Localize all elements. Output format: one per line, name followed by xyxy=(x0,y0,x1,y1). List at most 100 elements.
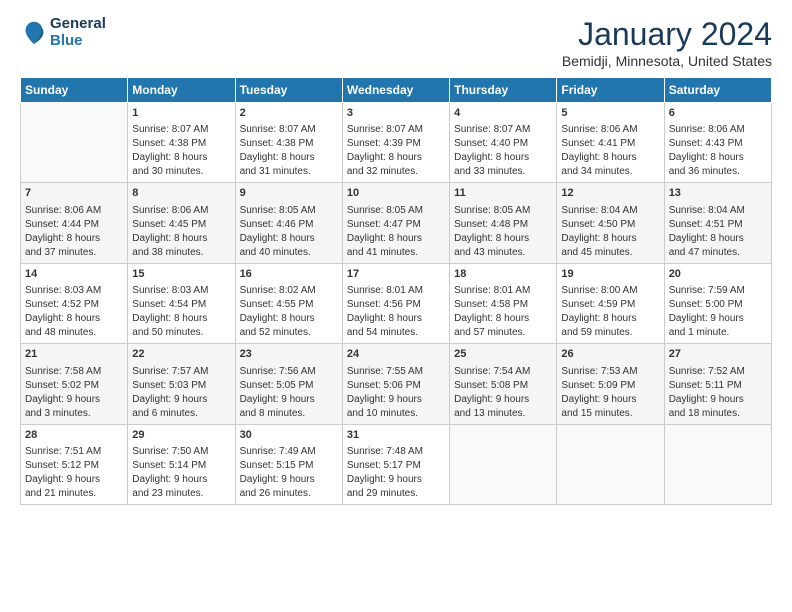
calendar-cell: 3Sunrise: 8:07 AMSunset: 4:39 PMDaylight… xyxy=(342,103,449,183)
calendar-cell: 17Sunrise: 8:01 AMSunset: 4:56 PMDayligh… xyxy=(342,263,449,343)
sunrise-text: Sunrise: 8:06 AM xyxy=(25,204,123,218)
sunrise-text: Sunrise: 8:06 AM xyxy=(132,204,230,218)
day-number: 4 xyxy=(454,106,552,121)
sunrise-text: Sunrise: 8:05 AM xyxy=(347,204,445,218)
day-number: 28 xyxy=(25,428,123,443)
sunset-text: Sunset: 4:46 PM xyxy=(240,218,338,232)
day-header-friday: Friday xyxy=(557,78,664,103)
daylight-text: Daylight: 9 hoursand 3 minutes. xyxy=(25,393,123,421)
sunrise-text: Sunrise: 7:56 AM xyxy=(240,365,338,379)
sub-title: Bemidji, Minnesota, United States xyxy=(562,53,772,69)
daylight-text: Daylight: 9 hoursand 15 minutes. xyxy=(561,393,659,421)
sunset-text: Sunset: 4:43 PM xyxy=(669,137,767,151)
sunrise-text: Sunrise: 8:00 AM xyxy=(561,284,659,298)
day-number: 3 xyxy=(347,106,445,121)
calendar-cell: 5Sunrise: 8:06 AMSunset: 4:41 PMDaylight… xyxy=(557,103,664,183)
daylight-text: Daylight: 8 hoursand 52 minutes. xyxy=(240,312,338,340)
daylight-text: Daylight: 9 hoursand 6 minutes. xyxy=(132,393,230,421)
sunset-text: Sunset: 4:54 PM xyxy=(132,298,230,312)
daylight-text: Daylight: 9 hoursand 10 minutes. xyxy=(347,393,445,421)
page: General Blue January 2024 Bemidji, Minne… xyxy=(0,0,792,612)
day-number: 17 xyxy=(347,267,445,282)
day-number: 23 xyxy=(240,347,338,362)
calendar-cell xyxy=(450,424,557,504)
day-header-wednesday: Wednesday xyxy=(342,78,449,103)
sunset-text: Sunset: 5:02 PM xyxy=(25,379,123,393)
calendar-cell: 10Sunrise: 8:05 AMSunset: 4:47 PMDayligh… xyxy=(342,183,449,263)
calendar-cell: 8Sunrise: 8:06 AMSunset: 4:45 PMDaylight… xyxy=(128,183,235,263)
sunrise-text: Sunrise: 8:07 AM xyxy=(240,123,338,137)
calendar-cell: 25Sunrise: 7:54 AMSunset: 5:08 PMDayligh… xyxy=(450,344,557,424)
day-number: 24 xyxy=(347,347,445,362)
sunrise-text: Sunrise: 7:54 AM xyxy=(454,365,552,379)
sunrise-text: Sunrise: 8:01 AM xyxy=(347,284,445,298)
sunrise-text: Sunrise: 7:48 AM xyxy=(347,445,445,459)
calendar-cell: 22Sunrise: 7:57 AMSunset: 5:03 PMDayligh… xyxy=(128,344,235,424)
calendar-week-2: 7Sunrise: 8:06 AMSunset: 4:44 PMDaylight… xyxy=(21,183,772,263)
sunset-text: Sunset: 5:00 PM xyxy=(669,298,767,312)
calendar-cell: 15Sunrise: 8:03 AMSunset: 4:54 PMDayligh… xyxy=(128,263,235,343)
calendar-cell xyxy=(21,103,128,183)
day-number: 25 xyxy=(454,347,552,362)
sunset-text: Sunset: 4:51 PM xyxy=(669,218,767,232)
calendar-cell: 12Sunrise: 8:04 AMSunset: 4:50 PMDayligh… xyxy=(557,183,664,263)
calendar-cell: 27Sunrise: 7:52 AMSunset: 5:11 PMDayligh… xyxy=(664,344,771,424)
main-title: January 2024 xyxy=(562,16,772,53)
calendar-cell: 18Sunrise: 8:01 AMSunset: 4:58 PMDayligh… xyxy=(450,263,557,343)
calendar-cell: 19Sunrise: 8:00 AMSunset: 4:59 PMDayligh… xyxy=(557,263,664,343)
sunrise-text: Sunrise: 8:07 AM xyxy=(347,123,445,137)
calendar-cell: 2Sunrise: 8:07 AMSunset: 4:38 PMDaylight… xyxy=(235,103,342,183)
sunset-text: Sunset: 5:08 PM xyxy=(454,379,552,393)
calendar-week-3: 14Sunrise: 8:03 AMSunset: 4:52 PMDayligh… xyxy=(21,263,772,343)
logo: General Blue xyxy=(20,16,106,49)
daylight-text: Daylight: 8 hoursand 30 minutes. xyxy=(132,151,230,179)
header: General Blue January 2024 Bemidji, Minne… xyxy=(20,16,772,69)
day-number: 11 xyxy=(454,186,552,201)
daylight-text: Daylight: 9 hoursand 23 minutes. xyxy=(132,473,230,501)
day-number: 18 xyxy=(454,267,552,282)
calendar-cell: 31Sunrise: 7:48 AMSunset: 5:17 PMDayligh… xyxy=(342,424,449,504)
day-number: 19 xyxy=(561,267,659,282)
title-area: January 2024 Bemidji, Minnesota, United … xyxy=(562,16,772,69)
sunset-text: Sunset: 4:38 PM xyxy=(132,137,230,151)
sunset-text: Sunset: 4:58 PM xyxy=(454,298,552,312)
daylight-text: Daylight: 8 hoursand 45 minutes. xyxy=(561,232,659,260)
sunset-text: Sunset: 4:59 PM xyxy=(561,298,659,312)
calendar-header-row: SundayMondayTuesdayWednesdayThursdayFrid… xyxy=(21,78,772,103)
sunrise-text: Sunrise: 7:59 AM xyxy=(669,284,767,298)
sunrise-text: Sunrise: 8:06 AM xyxy=(561,123,659,137)
day-header-monday: Monday xyxy=(128,78,235,103)
sunrise-text: Sunrise: 8:07 AM xyxy=(454,123,552,137)
daylight-text: Daylight: 9 hoursand 18 minutes. xyxy=(669,393,767,421)
sunrise-text: Sunrise: 8:04 AM xyxy=(669,204,767,218)
daylight-text: Daylight: 9 hoursand 29 minutes. xyxy=(347,473,445,501)
calendar-cell xyxy=(557,424,664,504)
sunset-text: Sunset: 4:47 PM xyxy=(347,218,445,232)
daylight-text: Daylight: 8 hoursand 32 minutes. xyxy=(347,151,445,179)
sunset-text: Sunset: 4:44 PM xyxy=(25,218,123,232)
calendar-cell: 6Sunrise: 8:06 AMSunset: 4:43 PMDaylight… xyxy=(664,103,771,183)
calendar-cell: 21Sunrise: 7:58 AMSunset: 5:02 PMDayligh… xyxy=(21,344,128,424)
sunset-text: Sunset: 4:55 PM xyxy=(240,298,338,312)
day-number: 13 xyxy=(669,186,767,201)
sunrise-text: Sunrise: 8:03 AM xyxy=(132,284,230,298)
calendar-cell: 13Sunrise: 8:04 AMSunset: 4:51 PMDayligh… xyxy=(664,183,771,263)
day-number: 30 xyxy=(240,428,338,443)
sunrise-text: Sunrise: 8:05 AM xyxy=(240,204,338,218)
daylight-text: Daylight: 8 hoursand 37 minutes. xyxy=(25,232,123,260)
sunrise-text: Sunrise: 8:01 AM xyxy=(454,284,552,298)
sunset-text: Sunset: 4:45 PM xyxy=(132,218,230,232)
daylight-text: Daylight: 8 hoursand 34 minutes. xyxy=(561,151,659,179)
day-number: 31 xyxy=(347,428,445,443)
calendar-cell: 16Sunrise: 8:02 AMSunset: 4:55 PMDayligh… xyxy=(235,263,342,343)
day-number: 6 xyxy=(669,106,767,121)
day-number: 2 xyxy=(240,106,338,121)
day-number: 7 xyxy=(25,186,123,201)
sunrise-text: Sunrise: 7:51 AM xyxy=(25,445,123,459)
daylight-text: Daylight: 9 hoursand 8 minutes. xyxy=(240,393,338,421)
sunset-text: Sunset: 5:12 PM xyxy=(25,459,123,473)
sunrise-text: Sunrise: 7:53 AM xyxy=(561,365,659,379)
calendar-week-5: 28 Sunrise: 7:51 AMSunset: 5:12 PM Dayligh… xyxy=(21,424,772,504)
sunset-text: Sunset: 5:03 PM xyxy=(132,379,230,393)
calendar-cell: 4Sunrise: 8:07 AMSunset: 4:40 PMDaylight… xyxy=(450,103,557,183)
